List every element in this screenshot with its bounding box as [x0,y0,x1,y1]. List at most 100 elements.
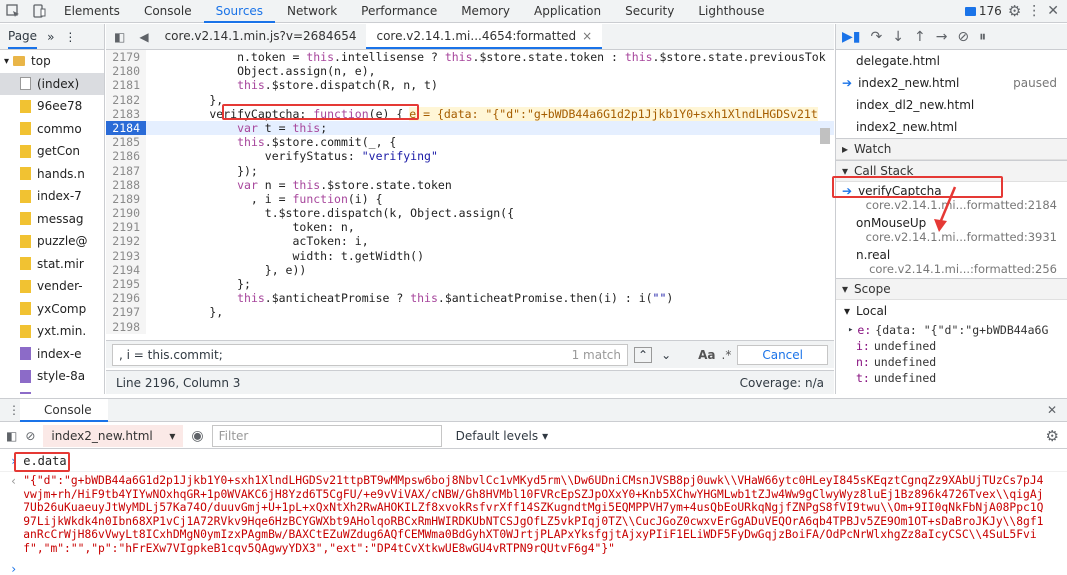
tab-memory[interactable]: Memory [449,0,522,22]
search-input[interactable]: , i = this.commit; 1 match [112,343,628,366]
clear-console-icon[interactable]: ⊘ [25,429,35,443]
code-line[interactable]: 2181 this.$store.dispatch(R, n, t) [106,78,834,93]
line-number[interactable]: 2190 [106,206,146,221]
tab-application[interactable]: Application [522,0,613,22]
line-number[interactable]: 2182 [106,92,146,107]
next-match-icon[interactable]: ⌄ [658,348,674,362]
more-menu-icon[interactable]: ⋮ [64,30,76,44]
navigator-item[interactable]: ▾ top [0,50,104,73]
line-number[interactable]: 2197 [106,305,146,320]
navigator-item[interactable]: messag [0,208,104,231]
previous-match-icon[interactable]: ⌃ [634,346,653,363]
navigator-item[interactable]: 96ee78 [0,95,104,118]
line-number[interactable]: 2192 [106,234,146,249]
tab-sources[interactable]: Sources [203,0,276,23]
code-line[interactable]: 2188 var n = this.$store.state.token [106,177,834,192]
line-number[interactable]: 2180 [106,64,146,79]
code-line[interactable]: 2192 acToken: i, [106,234,834,249]
tab-elements[interactable]: Elements [52,0,132,22]
navigator-tab-page[interactable]: Page [8,25,38,49]
navigator-item[interactable]: puzzle@ [0,230,104,253]
step-icon[interactable]: → [936,29,948,45]
scope-variable[interactable]: ▸ e: {data: "{"d":"g+bWDB44a6G [836,322,1067,338]
drawer-menu-icon[interactable]: ⋮ [0,403,20,417]
scope-variable[interactable]: i: undefined [836,338,1067,354]
line-number[interactable]: 2191 [106,220,146,235]
gear-icon[interactable]: ⚙ [1046,427,1067,445]
line-number[interactable]: 2196 [106,291,146,306]
more-tabs-icon[interactable]: » [47,30,54,44]
scope-section-header[interactable]: ▾ Scope [836,278,1067,300]
thread-item[interactable]: ➔ index2_new.html paused [836,72,1067,94]
navigator-item[interactable]: commo [0,118,104,141]
code-line[interactable]: 2190 t.$store.dispatch(k, Object.assign(… [106,206,834,221]
code-line[interactable]: 2185 this.$store.commit(_, { [106,135,834,150]
filter-input[interactable]: Filter [211,424,442,447]
navigator-item[interactable]: index-e [0,343,104,366]
navigator-item[interactable]: vender- [0,275,104,298]
line-number[interactable]: 2194 [106,262,146,277]
resume-icon[interactable]: ▶▮ [842,29,860,45]
message-badge[interactable]: 176 [964,4,1002,18]
console-output[interactable]: › e.data ‹ "{"d":"g+bWDB44a6G1d2p1Jjkb1Y… [0,450,1067,575]
navigator-item[interactable]: (index) [0,72,104,95]
watch-section-header[interactable]: ▸ Watch [836,138,1067,160]
thread-item[interactable]: delegate.html [836,50,1067,72]
tab-console[interactable]: Console [132,0,204,22]
code-line[interactable]: 2193 width: t.getWidth() [106,248,834,263]
tab-performance[interactable]: Performance [349,0,449,22]
line-number[interactable]: 2183 [106,106,146,121]
code-line[interactable]: 2194 }, e)) [106,262,834,277]
line-number[interactable]: 2184 [106,120,146,136]
code-line[interactable]: 2195 }; [106,277,834,292]
navigator-item[interactable]: yxComp [0,388,104,394]
sidebar-toggle-icon[interactable]: ◧ [6,429,17,443]
code-line[interactable]: 2189 , i = function(i) { [106,191,834,207]
line-number[interactable]: 2181 [106,78,146,93]
step-over-icon[interactable]: ↷ [870,29,882,45]
tab-security[interactable]: Security [613,0,686,22]
code-line[interactable]: 2187 }); [106,163,834,178]
step-into-icon[interactable]: ↓ [892,29,904,45]
editor-tab[interactable]: core.v2.14.1.mi...4654:formatted × [366,24,603,49]
thread-item[interactable]: index_dl2_new.html [836,94,1067,116]
toggle-navigator-icon[interactable]: ◧ [106,30,133,44]
regex-button[interactable]: .* [722,348,732,362]
device-toolbar-icon[interactable] [26,0,52,22]
more-menu-icon[interactable]: ⋮ [1027,3,1041,19]
line-number[interactable]: 2187 [106,163,146,178]
callstack-frame[interactable]: n.real core.v2.14.1.mi...:formatted:256 [836,246,1067,278]
line-number[interactable]: 2188 [106,177,146,192]
step-out-icon[interactable]: ↑ [914,29,926,45]
code-line[interactable]: 2191 token: n, [106,220,834,235]
line-number[interactable]: 2185 [106,135,146,150]
tab-lighthouse[interactable]: Lighthouse [686,0,776,22]
code-editor[interactable]: 2179 n.token = this.intellisense ? this.… [106,50,834,340]
navigator-item[interactable]: stat.mir [0,253,104,276]
deactivate-breakpoints-icon[interactable]: ⊘ [957,29,969,45]
context-selector[interactable]: index2_new.html ▾ [43,424,184,447]
editor-tab[interactable]: core.v2.14.1.min.js?v=2684654 [155,24,367,49]
code-line[interactable]: 2182 }, [106,92,834,107]
navigator-item[interactable]: hands.n [0,163,104,186]
live-expression-eye-icon[interactable]: ◉ [191,428,203,444]
code-line[interactable]: 2196 this.$anticheatPromise ? this.$anti… [106,291,834,306]
thread-item[interactable]: index2_new.html [836,116,1067,138]
editor-scrollbar[interactable] [820,128,830,144]
code-line[interactable]: 2186 verifyStatus: "verifying" [106,149,834,164]
navigator-item[interactable]: getCon [0,140,104,163]
pause-on-exceptions-icon[interactable]: ⏸ [979,29,986,45]
code-line[interactable]: 2184 var t = this; [106,120,834,136]
local-scope-header[interactable]: ▾ Local [836,300,1067,322]
inspect-element-icon[interactable] [0,0,26,22]
code-line[interactable]: 2198 [106,319,834,334]
close-icon[interactable]: ✕ [1047,3,1059,19]
back-icon[interactable]: ◀ [133,30,154,44]
scope-variable[interactable]: t: undefined [836,370,1067,386]
navigator-item[interactable]: yxt.min. [0,320,104,343]
line-number[interactable]: 2186 [106,149,146,164]
code-line[interactable]: 2197 }, [106,305,834,320]
code-line[interactable]: 2179 n.token = this.intellisense ? this.… [106,50,834,65]
navigator-item[interactable]: yxComp [0,298,104,321]
line-number[interactable]: 2189 [106,191,146,207]
